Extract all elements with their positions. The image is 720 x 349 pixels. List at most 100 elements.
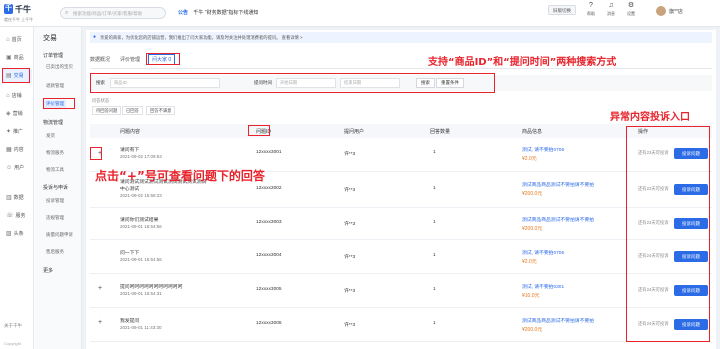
subnav-item-complaint[interactable]: 投诉管理 xyxy=(46,198,64,204)
subnav-more[interactable]: 更多 xyxy=(43,267,53,274)
asker: 许**3 xyxy=(344,323,356,328)
info-icon: ● xyxy=(93,34,97,40)
answer-count: 1 xyxy=(433,186,436,191)
table-row: + 提问呵呵呵呵呵呵呵呵呵呵呵 2021-09-01 16:54:31 12xx… xyxy=(90,274,712,308)
product-price: ¥10.0元 xyxy=(522,293,540,299)
highlight-complaint-box xyxy=(626,126,710,342)
help-button[interactable]: ? 帮助 xyxy=(584,1,598,17)
product-link[interactable]: 测试商品商品测试不要拍请不要拍 xyxy=(522,181,594,188)
global-search-input[interactable]: ⌕ 搜索功能/商品/订单/买家/客服/帮助 xyxy=(60,7,166,19)
chip-answered[interactable]: 已回答 xyxy=(122,106,143,115)
product-price: ¥200.0元 xyxy=(522,327,543,333)
question-text: 我发提问 xyxy=(120,319,140,324)
question-text: 问一下下 xyxy=(120,251,140,256)
nav-item-data[interactable]: ▥ 数据 xyxy=(2,191,32,205)
product-link[interactable]: 测试商品商品测试不要拍请不要拍 xyxy=(522,216,594,223)
search-icon: ⌕ xyxy=(65,10,69,16)
table-header: 问题内容 问题ID 提问用户 回答数量 商品信息 操作 xyxy=(90,124,712,138)
question-time: 2021-09-02 17:09:53 xyxy=(120,154,162,159)
highlight-filter-box xyxy=(90,73,495,93)
avatar[interactable] xyxy=(656,6,666,16)
subnav-item-violation[interactable]: 违规管理 xyxy=(46,215,64,221)
search-placeholder: 搜索功能/商品/订单/买家/客服/帮助 xyxy=(73,11,143,16)
subnav-item-logistics-tools[interactable]: 物流工具 xyxy=(46,167,64,173)
product-link[interactable]: 测试, 请不要拍0706 xyxy=(522,249,564,256)
question-id: 12xxxx3002 xyxy=(256,186,282,191)
question-time: 2021-09-01 16:54:56 xyxy=(120,257,162,262)
app-logo[interactable]: 千 千牛 就在千牛 上千牛 xyxy=(4,4,40,24)
marketing-icon: ◈ xyxy=(6,111,11,117)
subnav-group-complaint[interactable]: 投诉与申诉 xyxy=(43,184,68,191)
nav-item-content[interactable]: ▦ 内容 xyxy=(2,143,32,157)
help-icon: ? xyxy=(589,2,593,9)
nav-item-service[interactable]: ☏ 服务 xyxy=(2,209,32,223)
message-button[interactable]: ♫ 消息 xyxy=(604,1,618,17)
gear-icon: ⚙ xyxy=(627,2,635,9)
user-icon: ☺ xyxy=(6,165,13,171)
about-link[interactable]: 关于千牛 xyxy=(4,323,22,329)
annotation-expand: 点击“+”号可查看问题下的回答 xyxy=(95,169,265,183)
nav-item-promotion[interactable]: ✦ 推广 xyxy=(2,125,32,139)
tab-review[interactable]: 评价管理 xyxy=(120,56,140,63)
product-price: ¥2.0元 xyxy=(522,259,537,265)
asker: 许**3 xyxy=(344,222,356,227)
question-text: 请问你们测试结果 xyxy=(120,218,159,223)
chip-unanswered[interactable]: 待回答问题 xyxy=(92,106,122,115)
table-row: 问一下下 2021-09-01 16:54:56 12xxxx3004 许**3… xyxy=(90,240,712,274)
highlight-qid-box xyxy=(248,125,270,136)
table-row: + 我发提问 2021-09-01 11:43:30 12xxxx3006 许*… xyxy=(90,308,712,342)
product-price: ¥200.0元 xyxy=(522,226,543,232)
subnav-item-refund[interactable]: 退款管理 xyxy=(46,83,64,89)
notice-bar[interactable]: 公告 千牛 "财务数据"指标下线通知 xyxy=(178,9,258,16)
promo-icon: ✦ xyxy=(6,129,12,135)
tab-overview[interactable]: 数据概况 xyxy=(90,56,110,63)
product-link[interactable]: 测试, 请不要拍0706 xyxy=(522,146,564,153)
subnav-item-ship[interactable]: 发货 xyxy=(46,133,55,139)
status-label: 问答状态 xyxy=(92,98,110,103)
sub-nav: 交易 订单管理 已卖出的宝贝 退款管理 评价管理 物流管理 发货 物流服务 物流… xyxy=(34,27,82,349)
product-link[interactable]: 测试, 请不要拍0301 xyxy=(522,283,564,290)
asker: 许**3 xyxy=(344,188,356,193)
product-price: ¥2.0元 xyxy=(522,156,537,162)
question-id: 12xxxx3003 xyxy=(256,220,282,225)
qianniu-logo-icon: 千 xyxy=(4,4,13,14)
settings-button[interactable]: ⚙ 设置 xyxy=(624,1,638,17)
user-name[interactable]: 旗**店 xyxy=(669,8,683,15)
answer-count: 1 xyxy=(433,220,436,225)
subnav-item-logistics-service[interactable]: 物流服务 xyxy=(46,150,64,156)
app-name: 千牛 xyxy=(15,5,31,14)
nav-item-store[interactable]: ⌂ 店铺 xyxy=(2,89,32,103)
question-text: 提问呵呵呵呵呵呵呵呵呵呵呵 xyxy=(120,285,183,290)
question-text: 请问有下 xyxy=(120,148,140,153)
subnav-group-logistics[interactable]: 物流管理 xyxy=(43,119,63,126)
nav-item-home[interactable]: ⌂ 首页 xyxy=(2,33,32,47)
answer-count: 1 xyxy=(433,287,436,292)
answer-count: 1 xyxy=(433,321,436,326)
home-icon: ⌂ xyxy=(6,37,10,43)
expand-plus-icon[interactable]: + xyxy=(98,319,102,326)
nav-item-goods[interactable]: ▣ 商品 xyxy=(2,51,32,65)
expand-plus-icon[interactable]: + xyxy=(98,285,102,292)
annotation-search: 支持“商品ID”和“提问时间”两种搜索方式 xyxy=(428,57,617,68)
nav-item-marketing[interactable]: ◈ 营销 xyxy=(2,107,32,121)
highlight-ask-tab-box xyxy=(146,53,180,65)
col-question: 问题内容 xyxy=(120,129,141,135)
banner-text: 亲爱的商家，为优化您的店铺运营，我们推出了问大家功能，请及时关注并处理消费者的提… xyxy=(100,35,303,40)
question-id: 12xxxx3005 xyxy=(256,287,282,292)
answer-count: 1 xyxy=(433,253,436,258)
content-icon: ▦ xyxy=(6,147,12,153)
nav-item-news[interactable]: ▧ 头条 xyxy=(2,227,32,241)
subnav-group-order[interactable]: 订单管理 xyxy=(43,52,63,59)
subnav-item-sold[interactable]: 已卖出的宝贝 xyxy=(46,64,73,70)
top-bar: 千 千牛 就在千牛 上千牛 ⌕ 搜索功能/商品/订单/买家/客服/帮助 公告 千… xyxy=(0,0,720,27)
subnav-item-aftersale[interactable]: 售后服务 xyxy=(46,249,64,255)
chip-unsatisfied[interactable]: 回答不满意 xyxy=(146,106,176,115)
bell-icon: ♫ xyxy=(608,2,614,9)
product-link[interactable]: 测试商品商品测试不要拍请不要拍 xyxy=(522,317,594,324)
switch-version-button[interactable]: 旧版切换 xyxy=(548,5,576,15)
main-panel: ● 亲爱的商家，为优化您的店铺运营，我们推出了问大家功能，请及时关注并处理消费者… xyxy=(86,30,716,349)
news-icon: ▧ xyxy=(6,231,12,237)
subnav-item-quality-appeal[interactable]: 质量问题申诉 xyxy=(46,232,73,238)
nav-item-user[interactable]: ☺ 用户 xyxy=(2,161,32,175)
shop-icon: ▣ xyxy=(6,55,12,61)
